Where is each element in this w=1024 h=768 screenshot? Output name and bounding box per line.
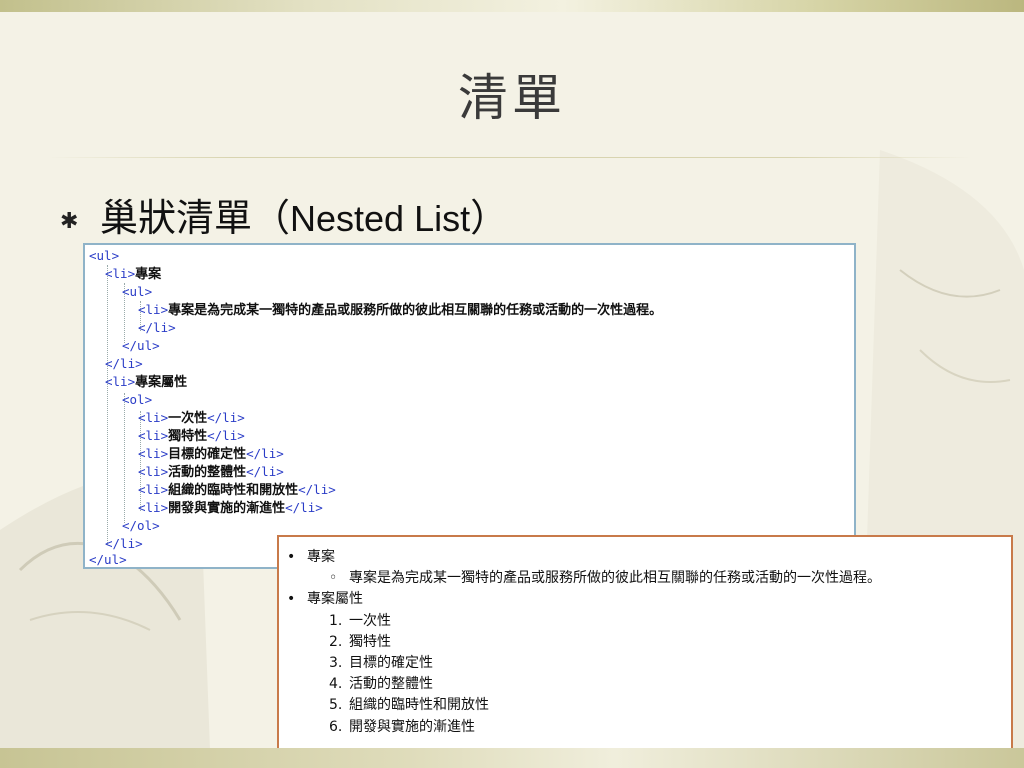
code-text: 獨特性 bbox=[168, 429, 208, 444]
code-line: </li> bbox=[138, 319, 176, 337]
code-line: </ol> bbox=[122, 517, 160, 535]
code-line: <ol> bbox=[122, 391, 152, 409]
code-tag: <ul> bbox=[122, 284, 153, 299]
item-number: 1. bbox=[329, 613, 343, 629]
code-text: 開發與實施的漸進性 bbox=[168, 501, 286, 516]
asterisk-bullet-icon: ✱ bbox=[60, 208, 79, 234]
bullet-close-paren: ） bbox=[470, 195, 509, 240]
numbered-item: 2. 獨特性 bbox=[329, 632, 391, 652]
code-tag: <ul> bbox=[89, 248, 120, 263]
code-tag: <li> bbox=[138, 302, 169, 317]
numbered-item: 1. 一次性 bbox=[329, 611, 391, 631]
slide-title: 清單 bbox=[458, 69, 566, 127]
code-line: <ul> bbox=[89, 247, 119, 265]
code-tag: <li> bbox=[138, 500, 169, 515]
code-text: 專案是為完成某一獨特的產品或服務所做的彼此相互關聯的任務或活動的一次性過程。 bbox=[168, 303, 663, 318]
indent-guide bbox=[107, 265, 108, 545]
item-number: 2. bbox=[329, 634, 343, 650]
title-divider bbox=[48, 157, 972, 158]
code-tag: </li> bbox=[105, 356, 143, 371]
code-tag: </li> bbox=[246, 446, 284, 461]
code-tag: </li> bbox=[246, 464, 284, 479]
list-item: ◦ 專案是為完成某一獨特的產品或服務所做的彼此相互關聯的任務或活動的一次性過程。 bbox=[329, 568, 881, 588]
list-item-label: 開發與實施的漸進性 bbox=[349, 719, 475, 735]
code-line: <li>專案 bbox=[105, 265, 161, 283]
code-tag: </li> bbox=[285, 500, 323, 515]
bullet-cjk-text: 巢狀清單（ bbox=[100, 195, 291, 240]
bullet-latin-text: Nested List bbox=[290, 197, 471, 239]
code-tag: </li> bbox=[105, 536, 143, 551]
code-tag: <li> bbox=[138, 464, 169, 479]
numbered-item: 5. 組織的臨時性和開放性 bbox=[329, 695, 489, 715]
code-tag: </ol> bbox=[122, 518, 160, 533]
numbered-item: 3. 目標的確定性 bbox=[329, 653, 433, 673]
bullet-mark: • bbox=[287, 549, 296, 565]
code-line: <li>獨特性</li> bbox=[138, 427, 245, 445]
list-item-label: 獨特性 bbox=[349, 634, 391, 650]
code-line: </li> bbox=[105, 355, 143, 373]
code-tag: <ol> bbox=[122, 392, 153, 407]
bullet-nested-list: ✱ 巢狀清單（Nested List） bbox=[60, 188, 508, 240]
code-line: <li>開發與實施的漸進性</li> bbox=[138, 499, 323, 517]
code-line: <li>目標的確定性</li> bbox=[138, 445, 284, 463]
item-number: 6. bbox=[329, 719, 343, 735]
list-item-label: 專案是為完成某一獨特的產品或服務所做的彼此相互關聯的任務或活動的一次性過程。 bbox=[349, 570, 881, 586]
code-tag: <li> bbox=[105, 374, 136, 389]
bullet-mark: • bbox=[287, 591, 296, 607]
code-tag: <li> bbox=[138, 410, 169, 425]
code-line: </ul> bbox=[122, 337, 160, 355]
code-line: <li>專案是為完成某一獨特的產品或服務所做的彼此相互關聯的任務或活動的一次性過… bbox=[138, 301, 662, 319]
code-line: <li>組織的臨時性和開放性</li> bbox=[138, 481, 336, 499]
code-tag: <li> bbox=[138, 446, 169, 461]
list-item: • 專案 bbox=[287, 547, 335, 567]
code-text: 組織的臨時性和開放性 bbox=[168, 483, 299, 498]
indent-guide bbox=[124, 393, 125, 523]
code-text: 活動的整體性 bbox=[168, 465, 247, 480]
item-number: 3. bbox=[329, 655, 343, 671]
item-number: 4. bbox=[329, 676, 343, 692]
top-decor-bar bbox=[0, 0, 1024, 12]
code-tag: </ul> bbox=[89, 552, 127, 567]
code-text: 專案屬性 bbox=[135, 375, 188, 390]
code-tag: </ul> bbox=[122, 338, 160, 353]
code-line: <li>一次性</li> bbox=[138, 409, 245, 427]
code-line: </ul> bbox=[89, 551, 127, 569]
numbered-item: 6. 開發與實施的漸進性 bbox=[329, 717, 475, 737]
list-item: • 專案屬性 bbox=[287, 589, 363, 609]
code-tag: </li> bbox=[207, 428, 245, 443]
code-tag: <li> bbox=[138, 482, 169, 497]
list-item-label: 組織的臨時性和開放性 bbox=[349, 697, 489, 713]
code-line: <li>專案屬性 bbox=[105, 373, 187, 391]
code-text: 專案 bbox=[135, 267, 162, 282]
list-item-label: 目標的確定性 bbox=[349, 655, 433, 671]
list-item-label: 專案 bbox=[307, 549, 335, 565]
code-line: <li>活動的整體性</li> bbox=[138, 463, 284, 481]
list-item-label: 一次性 bbox=[349, 613, 391, 629]
code-tag: </li> bbox=[207, 410, 245, 425]
html-code-box: <ul> <li>專案 <ul> <li>專案是為完成某一獨特的產品或服務所做的… bbox=[83, 243, 856, 569]
numbered-item: 4. 活動的整體性 bbox=[329, 674, 433, 694]
code-line: <ul> bbox=[122, 283, 152, 301]
code-tag: </li> bbox=[138, 320, 176, 335]
rendered-list-box: • 專案 ◦ 專案是為完成某一獨特的產品或服務所做的彼此相互關聯的任務或活動的一次性… bbox=[277, 535, 1013, 751]
code-tag: <li> bbox=[138, 428, 169, 443]
code-tag: </li> bbox=[298, 482, 336, 497]
item-number: 5. bbox=[329, 697, 343, 713]
code-text: 目標的確定性 bbox=[168, 447, 247, 462]
code-tag: <li> bbox=[105, 266, 136, 281]
list-item-label: 專案屬性 bbox=[307, 591, 363, 607]
code-text: 一次性 bbox=[168, 411, 208, 426]
bullet-heading: 巢狀清單（Nested List） bbox=[100, 187, 508, 242]
list-item-label: 活動的整體性 bbox=[349, 676, 433, 692]
sub-bullet-mark: ◦ bbox=[329, 570, 338, 586]
bottom-decor-bar bbox=[0, 748, 1024, 768]
